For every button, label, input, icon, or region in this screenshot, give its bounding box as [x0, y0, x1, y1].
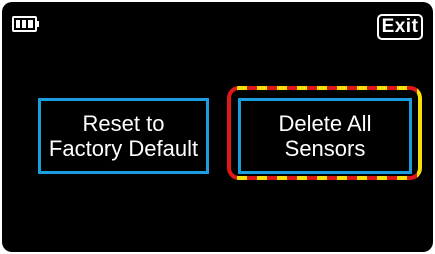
reset-button-label-line2: Factory Default: [48, 136, 199, 161]
exit-button[interactable]: Exit: [377, 14, 423, 40]
delete-button-label-line2: Sensors: [284, 136, 366, 161]
delete-button-label-line1: Delete All: [278, 111, 372, 136]
reset-factory-default-button[interactable]: Reset to Factory Default: [38, 98, 209, 174]
delete-all-sensors-button[interactable]: Delete All Sensors: [238, 98, 412, 174]
battery-icon: [12, 16, 39, 32]
reset-button-label-line1: Reset to: [82, 111, 165, 136]
device-screen: Exit Reset to Factory Default Delete All…: [2, 2, 433, 252]
